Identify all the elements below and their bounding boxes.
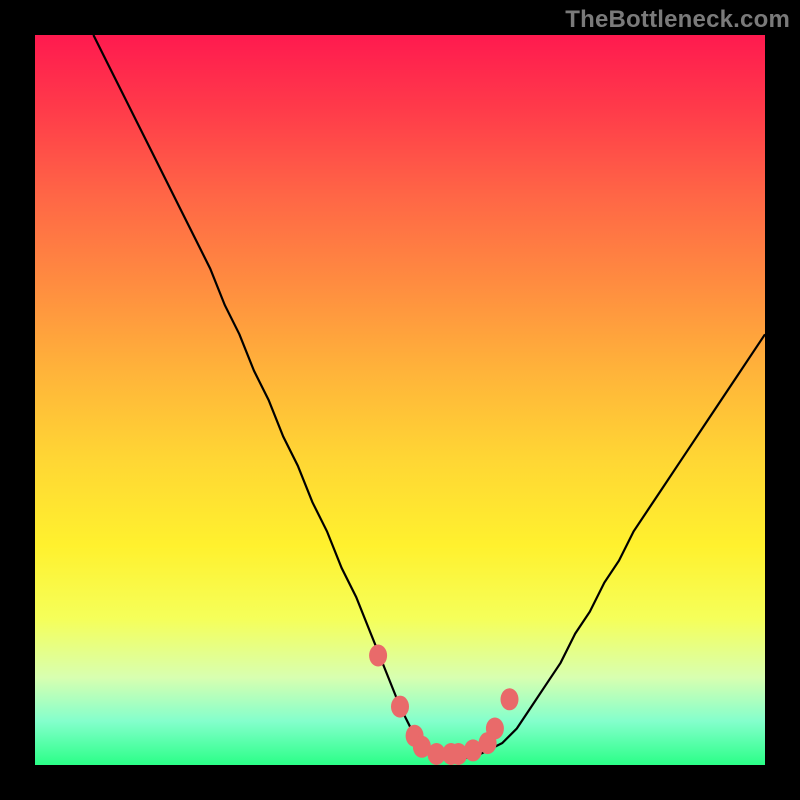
plot-area [35,35,765,765]
watermark-text: TheBottleneck.com [565,6,790,34]
marker-point [501,688,519,710]
bottleneck-curve [93,35,765,758]
marker-point [391,696,409,718]
curve-svg [35,35,765,765]
marker-point [486,718,504,740]
chart-frame: TheBottleneck.com [0,0,800,800]
marker-point [369,645,387,667]
